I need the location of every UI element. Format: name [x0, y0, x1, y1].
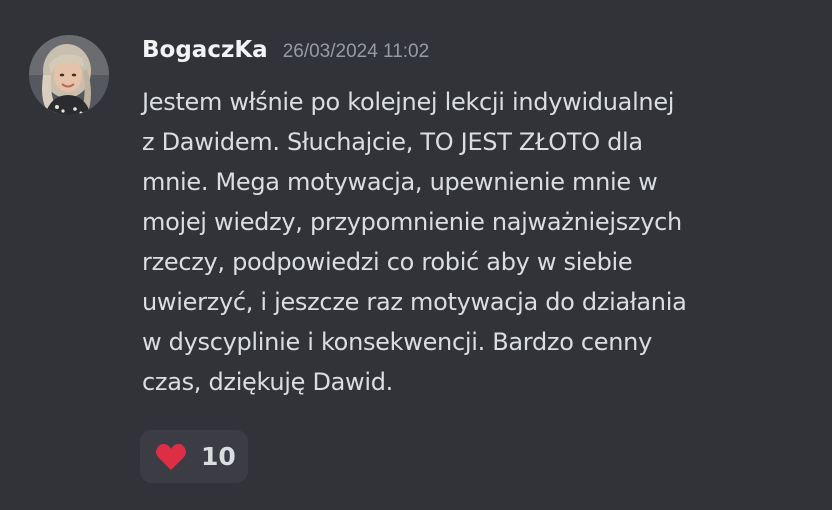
message-line: z Dawidem. Słuchajcie, TO JEST ZŁOTO dla: [142, 128, 643, 156]
timestamp[interactable]: 26/03/2024 11:02: [283, 41, 430, 63]
message-line: w dyscyplinie i konsekwencji. Bardzo cen…: [142, 328, 652, 356]
message-line: mojej wiedzy, przypomnienie najważniejsz…: [142, 208, 682, 236]
message-header: BogaczKa 26/03/2024 11:02: [142, 37, 429, 71]
reaction-button[interactable]: 10: [140, 430, 248, 483]
avatar-photo: [29, 35, 109, 115]
message-line: czas, dziękuję Dawid.: [142, 368, 394, 396]
chat-message: BogaczKa 26/03/2024 11:02 Jestem włśnie …: [0, 0, 832, 510]
message-line: rzeczy, podpowiedzi co robić aby w siebi…: [142, 248, 633, 276]
message-content: Jestem włśnie po kolejnej lekcji indywid…: [142, 82, 802, 402]
username[interactable]: BogaczKa: [142, 37, 268, 63]
message-line: Jestem włśnie po kolejnej lekcji indywid…: [142, 88, 675, 116]
message-line: uwierzyć, i jeszcze raz motywacja do dzi…: [142, 288, 687, 316]
heart-icon: [154, 442, 188, 472]
reaction-count: 10: [201, 442, 236, 471]
message-line: mnie. Mega motywacja, upewnienie mnie w: [142, 168, 658, 196]
user-avatar[interactable]: [29, 35, 109, 115]
